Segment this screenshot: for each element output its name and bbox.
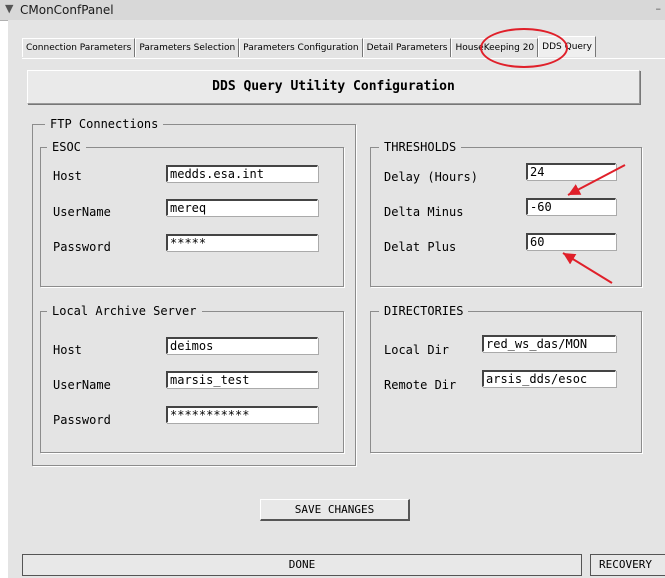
window-titlebar: ▼ CMonConfPanel – bbox=[0, 0, 665, 21]
tab-divider bbox=[22, 58, 665, 59]
page-title: DDS Query Utility Configuration bbox=[27, 70, 640, 104]
local-password-field[interactable]: *********** bbox=[166, 406, 318, 423]
local-archive-label: Local Archive Server bbox=[47, 304, 202, 318]
delta-minus-label: Delta Minus bbox=[384, 205, 464, 219]
recovery-button[interactable]: RECOVERY bbox=[590, 554, 665, 576]
local-username-label: UserName bbox=[53, 378, 111, 392]
tab-parameters-configuration[interactable]: Parameters Configuration bbox=[239, 38, 363, 57]
directories-label: DIRECTORIES bbox=[379, 304, 469, 318]
delta-minus-field[interactable]: -60 bbox=[526, 198, 616, 215]
local-username-field[interactable]: marsis_test bbox=[166, 371, 318, 388]
delay-field[interactable]: 24 bbox=[526, 163, 616, 180]
local-dir-field[interactable]: red_ws_das/MON bbox=[482, 335, 616, 352]
esoc-label: ESOC bbox=[47, 140, 86, 154]
delta-plus-label: Delat Plus bbox=[384, 240, 457, 254]
remote-dir-label: Remote Dir bbox=[384, 378, 457, 392]
thresholds-label: THRESHOLDS bbox=[379, 140, 462, 154]
local-host-label: Host bbox=[53, 343, 82, 357]
esoc-host-label: Host bbox=[53, 169, 82, 183]
window-control-icon[interactable]: – bbox=[656, 2, 662, 15]
esoc-host-field[interactable]: medds.esa.int bbox=[166, 165, 318, 182]
local-password-label: Password bbox=[53, 413, 111, 427]
status-bar: DONE bbox=[22, 554, 582, 576]
window-menu-icon[interactable]: ▼ bbox=[5, 2, 13, 15]
tab-connection-parameters[interactable]: Connection Parameters bbox=[22, 38, 136, 57]
esoc-username-label: UserName bbox=[53, 205, 111, 219]
window-title: CMonConfPanel bbox=[20, 3, 114, 17]
save-changes-button[interactable]: SAVE CHANGES bbox=[260, 499, 410, 521]
esoc-password-label: Password bbox=[53, 240, 111, 254]
esoc-password-field[interactable]: ***** bbox=[166, 234, 318, 251]
remote-dir-field[interactable]: arsis_dds/esoc bbox=[482, 370, 616, 387]
local-dir-label: Local Dir bbox=[384, 343, 450, 357]
tab-parameters-selection[interactable]: Parameters Selection bbox=[135, 38, 240, 57]
delay-label: Delay (Hours) bbox=[384, 170, 478, 184]
tab-detail-parameters[interactable]: Detail Parameters bbox=[362, 38, 452, 57]
esoc-username-field[interactable]: mereq bbox=[166, 199, 318, 216]
ftp-connections-label: FTP Connections bbox=[45, 117, 164, 131]
annotation-circle bbox=[480, 28, 568, 68]
local-host-field[interactable]: deimos bbox=[166, 337, 318, 354]
delta-plus-field[interactable]: 60 bbox=[526, 233, 616, 250]
